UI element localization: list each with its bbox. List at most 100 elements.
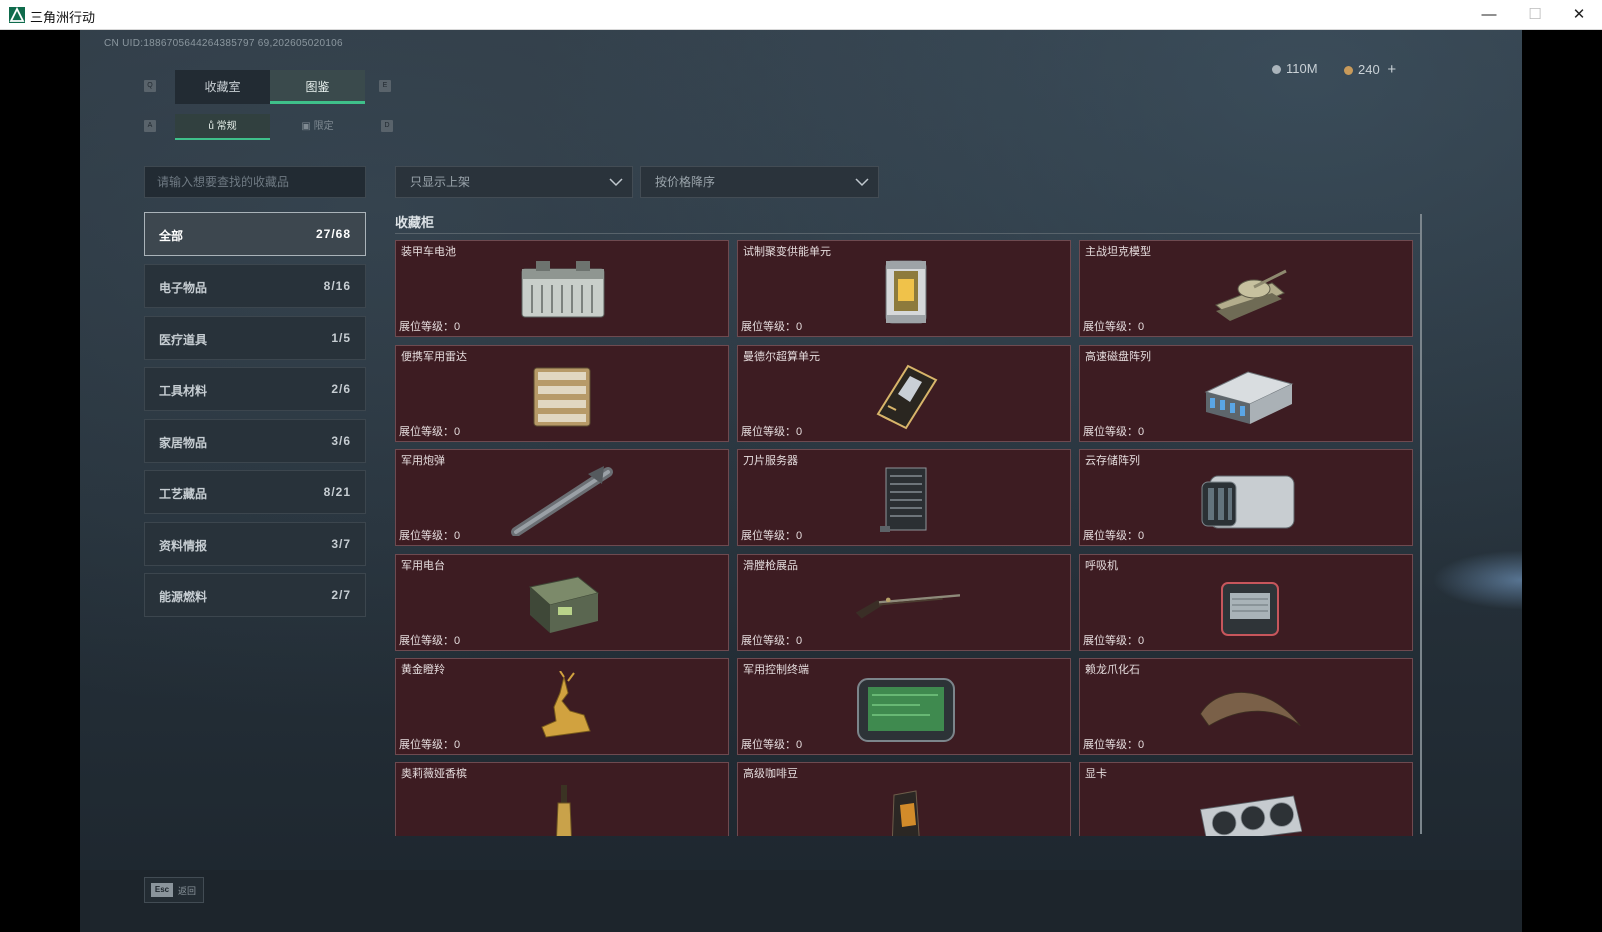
category-count: 2/6 bbox=[331, 382, 351, 396]
section-divider bbox=[395, 233, 1421, 234]
collection-card[interactable]: 军用炮弹 展位等级：0 bbox=[395, 449, 729, 546]
money-icon bbox=[1272, 65, 1281, 74]
category-crafts[interactable]: 工艺藏品 8/21 bbox=[144, 470, 366, 514]
item-name: 军用电台 bbox=[401, 560, 445, 572]
bottom-bar bbox=[80, 870, 1522, 932]
display-level: 展位等级：0 bbox=[1083, 635, 1145, 647]
collection-card[interactable]: 刀片服务器 展位等级：0 bbox=[737, 449, 1071, 546]
coin-value: 240 bbox=[1358, 62, 1380, 77]
money-display: 110M bbox=[1272, 61, 1318, 76]
chevron-down-icon bbox=[855, 178, 869, 187]
maximize-button[interactable]: ☐ bbox=[1512, 0, 1558, 30]
item-name: 呼吸机 bbox=[1085, 560, 1118, 572]
collection-card[interactable]: 赖龙爪化石 展位等级：0 bbox=[1079, 658, 1413, 755]
item-name: 奥莉薇娅香槟 bbox=[401, 768, 467, 780]
uid-label: CN UID:1886705644264385797 69,2026050201… bbox=[104, 38, 343, 49]
money-value: 110M bbox=[1286, 61, 1318, 76]
add-coin-button[interactable]: + bbox=[1387, 61, 1396, 78]
collection-card[interactable]: 高速磁盘阵列 展位等级：0 bbox=[1079, 345, 1413, 442]
category-label: 全部 bbox=[159, 229, 184, 243]
display-level: 展位等级：0 bbox=[399, 321, 461, 333]
coin-display: 240 + bbox=[1344, 61, 1396, 78]
category-tools[interactable]: 工具材料 2/6 bbox=[144, 367, 366, 411]
collection-card[interactable]: 呼吸机 展位等级：0 bbox=[1079, 554, 1413, 651]
category-count: 8/21 bbox=[323, 485, 351, 499]
display-level: 展位等级：0 bbox=[399, 635, 461, 647]
back-label: 返回 bbox=[178, 886, 197, 896]
window-title: 三角洲行动 bbox=[30, 10, 96, 25]
category-energy[interactable]: 能源燃料 2/7 bbox=[144, 573, 366, 617]
category-electronics[interactable]: 电子物品 8/16 bbox=[144, 264, 366, 308]
q-key-hint: Q bbox=[144, 80, 156, 92]
category-intel[interactable]: 资料情报 3/7 bbox=[144, 522, 366, 566]
category-label: 工具材料 bbox=[159, 384, 208, 398]
ventilator-icon bbox=[1221, 582, 1279, 636]
category-label: 资料情报 bbox=[159, 539, 208, 553]
golden-gazelle-icon bbox=[541, 671, 591, 738]
collection-card[interactable]: 便携军用雷达 展位等级：0 bbox=[395, 345, 729, 442]
supercomputer-icon bbox=[876, 364, 938, 430]
collection-card[interactable]: 黄金瞪羚 展位等级：0 bbox=[395, 658, 729, 755]
display-level: 展位等级：0 bbox=[741, 426, 803, 438]
item-name: 装甲车电池 bbox=[401, 246, 456, 258]
tab-regular[interactable]: ů 常规 bbox=[175, 114, 270, 140]
category-count: 27/68 bbox=[315, 227, 351, 241]
close-button[interactable]: ✕ bbox=[1556, 0, 1602, 30]
collection-card[interactable]: 奥莉薇娅香槟 bbox=[395, 762, 729, 836]
category-count: 2/7 bbox=[331, 588, 351, 602]
item-name: 高速磁盘阵列 bbox=[1085, 351, 1151, 363]
tab-regular-label: 常规 bbox=[216, 121, 237, 132]
display-level: 展位等级：0 bbox=[1083, 530, 1145, 542]
a-key-hint: A bbox=[144, 120, 156, 132]
category-all[interactable]: 全部 27/68 bbox=[144, 212, 366, 256]
gpu-icon bbox=[1199, 795, 1302, 836]
collection-card[interactable]: 高级咖啡豆 bbox=[737, 762, 1071, 836]
window-titlebar: 三角洲行动 — ☐ ✕ bbox=[0, 0, 1602, 30]
display-level: 展位等级：0 bbox=[741, 321, 803, 333]
collection-card[interactable]: 曼德尔超算单元 展位等级：0 bbox=[737, 345, 1071, 442]
display-level: 展位等级：0 bbox=[1083, 426, 1145, 438]
game-viewport: CN UID:1886705644264385797 69,2026050201… bbox=[80, 30, 1522, 932]
collection-card[interactable]: 云存储阵列 展位等级：0 bbox=[1079, 449, 1413, 546]
image-icon: ▣ bbox=[301, 121, 314, 132]
item-name: 曼德尔超算单元 bbox=[743, 351, 820, 363]
minimize-button[interactable]: — bbox=[1466, 0, 1512, 30]
shelf-filter-label: 只显示上架 bbox=[410, 175, 471, 189]
category-medical[interactable]: 医疗道具 1/5 bbox=[144, 316, 366, 360]
coin-icon bbox=[1344, 66, 1353, 75]
item-name: 军用控制终端 bbox=[743, 664, 809, 676]
collection-card[interactable]: 滑膛枪展品 展位等级：0 bbox=[737, 554, 1071, 651]
missile-icon bbox=[511, 466, 613, 536]
collection-grid: 装甲车电池 展位等级：0 试制聚变供能单元 展位等级：0 主战坦克模型 展位等级… bbox=[395, 240, 1425, 836]
collection-card[interactable]: 显卡 bbox=[1079, 762, 1413, 836]
coffee-bag-icon bbox=[891, 790, 920, 836]
collection-card[interactable]: 军用控制终端 展位等级：0 bbox=[737, 658, 1071, 755]
radar-icon bbox=[533, 367, 591, 427]
collection-card[interactable]: 军用电台 展位等级：0 bbox=[395, 554, 729, 651]
collection-card[interactable]: 装甲车电池 展位等级：0 bbox=[395, 240, 729, 337]
item-name: 黄金瞪羚 bbox=[401, 664, 445, 676]
control-terminal-icon bbox=[857, 678, 955, 742]
sort-dropdown[interactable]: 按价格降序 bbox=[640, 166, 879, 198]
display-level: 展位等级：0 bbox=[741, 739, 803, 751]
tab-limited-label: 限定 bbox=[313, 121, 334, 132]
tab-limited[interactable]: ▣ 限定 bbox=[270, 114, 365, 140]
tab-collection-room[interactable]: 收藏室 bbox=[175, 70, 270, 104]
flame-icon: ů bbox=[208, 121, 217, 132]
blade-server-icon bbox=[880, 467, 927, 532]
back-button[interactable]: Esc 返回 bbox=[144, 877, 204, 903]
radio-icon bbox=[528, 576, 600, 633]
collection-card[interactable]: 试制聚变供能单元 展位等级：0 bbox=[737, 240, 1071, 337]
display-level: 展位等级：0 bbox=[399, 426, 461, 438]
search-input[interactable]: 请输入想要查找的收藏品 bbox=[144, 166, 366, 198]
tab-catalog[interactable]: 图鉴 bbox=[270, 70, 365, 104]
tank-model-icon bbox=[1215, 269, 1287, 321]
shelf-filter-dropdown[interactable]: 只显示上架 bbox=[395, 166, 633, 198]
category-household[interactable]: 家居物品 3/6 bbox=[144, 419, 366, 463]
item-name: 显卡 bbox=[1085, 768, 1107, 780]
main-tabs: 收藏室 图鉴 bbox=[175, 70, 365, 104]
category-count: 8/16 bbox=[323, 279, 351, 293]
collection-card[interactable]: 主战坦克模型 展位等级：0 bbox=[1079, 240, 1413, 337]
section-title: 收藏柜 bbox=[395, 215, 435, 230]
e-key-hint: E bbox=[379, 80, 391, 92]
